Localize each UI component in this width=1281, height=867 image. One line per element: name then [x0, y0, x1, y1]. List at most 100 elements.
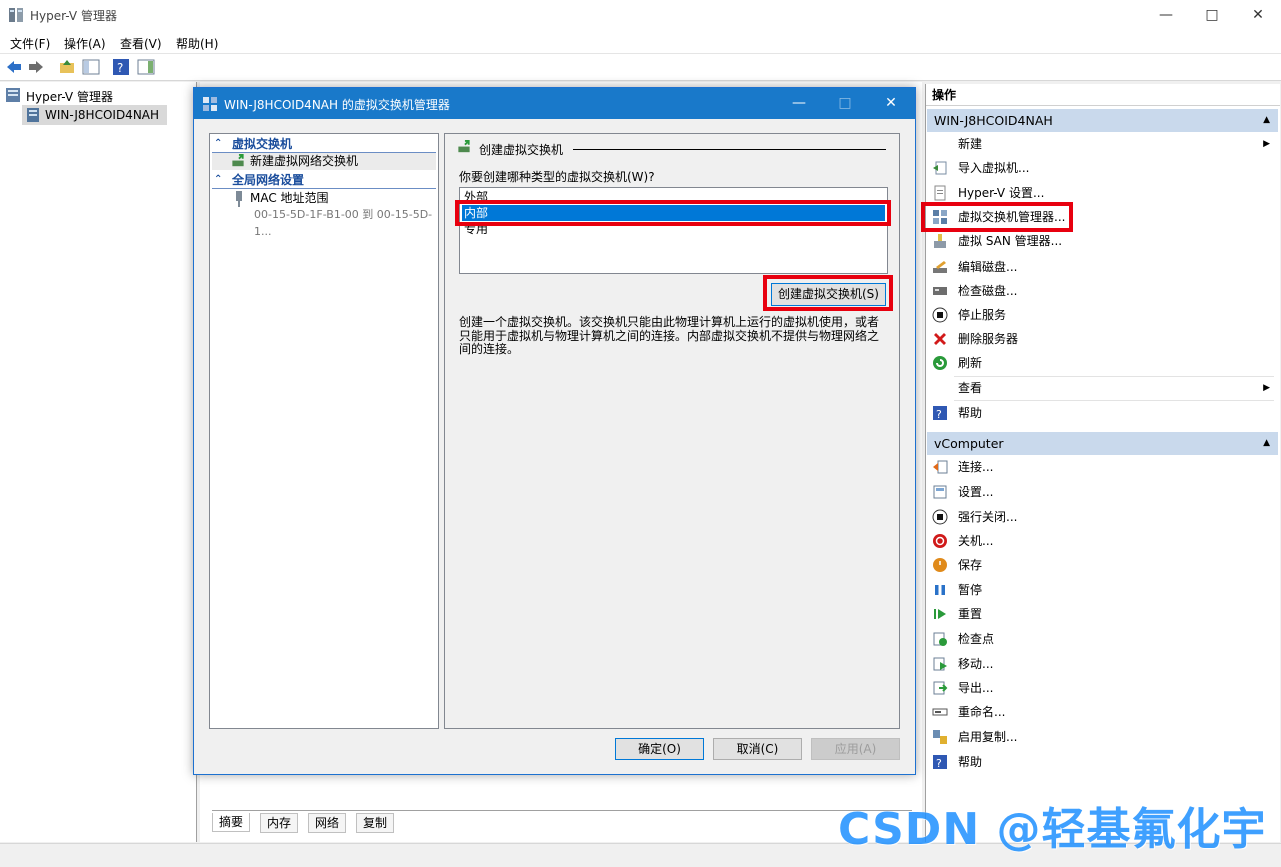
tree-server-label: WIN-J8HCOID4NAH	[45, 108, 160, 122]
help-icon[interactable]: ?	[112, 58, 130, 76]
pause-icon	[935, 585, 945, 595]
tab-summary[interactable]: 摘要	[212, 813, 251, 832]
move-icon	[933, 657, 947, 671]
forward-arrow-icon[interactable]	[27, 58, 45, 76]
actions-pane-title: 操作	[926, 84, 1280, 106]
action-enable-replication[interactable]: 启用复制...	[926, 725, 1278, 749]
ok-button[interactable]: 确定(O)	[615, 738, 704, 760]
action-import-vm[interactable]: 导入虚拟机...	[926, 156, 1278, 180]
nav-section-virtual-switches[interactable]: ⌃ 虚拟交换机	[212, 136, 436, 153]
help-icon: ?	[933, 406, 947, 421]
settings-doc-icon	[934, 185, 946, 201]
help-icon: ?	[933, 755, 947, 770]
collapse-chevron-icon[interactable]: ⌃	[214, 136, 222, 152]
collapse-chevron-icon[interactable]: ⌃	[214, 172, 222, 188]
inspect-disk-icon	[933, 287, 947, 295]
delete-x-icon	[934, 333, 946, 345]
action-vm-settings[interactable]: 设置...	[926, 480, 1278, 504]
new-switch-icon	[232, 154, 244, 167]
action-reset[interactable]: 重置	[926, 602, 1278, 626]
section-vm-title: vComputer	[934, 436, 1004, 451]
action-save[interactable]: 保存	[926, 553, 1278, 577]
back-arrow-icon[interactable]	[5, 58, 23, 76]
watermark-text: CSDN @轻基氟化宇	[838, 804, 1267, 855]
action-export[interactable]: 导出...	[926, 676, 1278, 700]
new-switch-icon	[458, 140, 470, 153]
switch-type-question: 你要创建哪种类型的虚拟交换机(W)?	[459, 170, 655, 184]
cancel-button[interactable]: 取消(C)	[713, 738, 802, 760]
collapse-up-icon[interactable]: ▲	[1263, 109, 1270, 132]
tab-network[interactable]: 网络	[308, 813, 347, 833]
action-help-server[interactable]: ? 帮助	[926, 401, 1278, 425]
action-shutdown[interactable]: 关机...	[926, 529, 1278, 553]
checkpoint-icon	[933, 632, 947, 646]
action-refresh[interactable]: 刷新	[926, 351, 1278, 375]
action-help-vm[interactable]: ? 帮助	[926, 750, 1278, 774]
rename-icon	[932, 708, 948, 716]
dialog-maximize-button: □	[838, 95, 852, 111]
dialog-close-button[interactable]: ✕	[868, 88, 914, 119]
action-connect[interactable]: 连接...	[926, 455, 1278, 479]
tree-root-label[interactable]: Hyper-V 管理器	[26, 88, 113, 105]
minimize-button[interactable]: —	[1143, 0, 1189, 31]
server-icon	[27, 108, 39, 122]
maximize-button[interactable]: □	[1189, 0, 1235, 31]
vm-detail-tabs: 摘要 内存 网络 复制	[212, 810, 912, 833]
san-icon	[934, 234, 946, 248]
menu-file[interactable]: 文件(F)	[10, 35, 50, 52]
group-divider	[573, 149, 886, 150]
action-remove-server[interactable]: 删除服务器	[926, 327, 1278, 351]
tree-item-server[interactable]: WIN-J8HCOID4NAH	[22, 105, 167, 125]
action-inspect-disk[interactable]: 检查磁盘...	[926, 279, 1278, 303]
dialog-minimize-button[interactable]: —	[776, 88, 822, 119]
toolbar: ?	[0, 54, 1281, 81]
section-server-header[interactable]: WIN-J8HCOID4NAH ▲	[927, 109, 1278, 132]
dialog-title: WIN-J8HCOID4NAH 的虚拟交换机管理器	[224, 98, 450, 112]
tab-replication[interactable]: 复制	[356, 813, 395, 833]
action-edit-disk[interactable]: 编辑磁盘...	[926, 255, 1278, 279]
action-turn-off[interactable]: 强行关闭...	[926, 505, 1278, 529]
dialog-nav-list: ⌃ 虚拟交换机 新建虚拟网络交换机 ⌃ 全局网络设置 MAC 地址范围 00-1…	[209, 133, 439, 729]
action-stop-service[interactable]: 停止服务	[926, 303, 1278, 327]
vm-settings-icon	[933, 485, 947, 499]
close-button[interactable]: ✕	[1235, 0, 1281, 31]
svg-text:?: ?	[936, 408, 942, 421]
replication-icon	[933, 730, 947, 744]
action-view[interactable]: 查看 ▶	[926, 376, 1278, 400]
svg-text:?: ?	[936, 757, 942, 770]
tab-memory[interactable]: 内存	[260, 813, 299, 833]
nav-item-new-switch[interactable]: 新建虚拟网络交换机	[212, 153, 436, 170]
switch-type-description: 创建一个虚拟交换机。该交换机只能由此物理计算机上运行的虚拟机使用，或者只能用于虚…	[459, 315, 880, 356]
reset-icon	[934, 609, 946, 619]
connect-icon	[933, 460, 948, 474]
menu-help[interactable]: 帮助(H)	[176, 35, 218, 52]
section-vm-header[interactable]: vComputer ▲	[927, 432, 1278, 455]
turn-off-icon	[932, 509, 948, 525]
menu-action[interactable]: 操作(A)	[64, 35, 106, 52]
apply-button: 应用(A)	[811, 738, 900, 760]
action-move[interactable]: 移动...	[926, 652, 1278, 676]
menu-view[interactable]: 查看(V)	[120, 35, 162, 52]
action-rename[interactable]: 重命名...	[926, 700, 1278, 724]
action-pause[interactable]: 暂停	[926, 578, 1278, 602]
refresh-icon	[933, 356, 947, 370]
nav-section-global-settings[interactable]: ⌃ 全局网络设置	[212, 172, 436, 189]
actions-pane: 操作 WIN-J8HCOID4NAH ▲ 新建 ▶ 导入虚拟机... Hyper…	[925, 84, 1280, 842]
show-action-pane-icon[interactable]	[137, 58, 155, 76]
svg-text:?: ?	[117, 61, 123, 75]
virtual-switch-icon	[203, 97, 217, 111]
action-checkpoint[interactable]: 检查点	[926, 627, 1278, 651]
export-icon	[933, 681, 948, 695]
up-folder-icon[interactable]	[58, 58, 76, 76]
collapse-up-icon[interactable]: ▲	[1263, 432, 1270, 455]
show-tree-icon[interactable]	[82, 58, 100, 76]
mac-range-value: 00-15-5D-1F-B1-00 到 00-15-5D-1...	[254, 208, 433, 238]
nav-item-mac-range[interactable]: MAC 地址范围 00-15-5D-1F-B1-00 到 00-15-5D-1.…	[212, 190, 436, 238]
virtual-switch-manager-dialog: WIN-J8HCOID4NAH 的虚拟交换机管理器 — □ ✕ ⌃ 虚拟交换机 …	[193, 87, 916, 775]
hyperv-app-icon	[9, 8, 23, 22]
section-server-title: WIN-J8HCOID4NAH	[934, 113, 1053, 128]
menu-bar: 文件(F) 操作(A) 查看(V) 帮助(H)	[0, 31, 1281, 54]
action-virtual-san-manager[interactable]: 虚拟 SAN 管理器...	[926, 229, 1278, 253]
action-new[interactable]: 新建 ▶	[926, 132, 1278, 156]
hyperv-manager-icon	[6, 88, 20, 102]
